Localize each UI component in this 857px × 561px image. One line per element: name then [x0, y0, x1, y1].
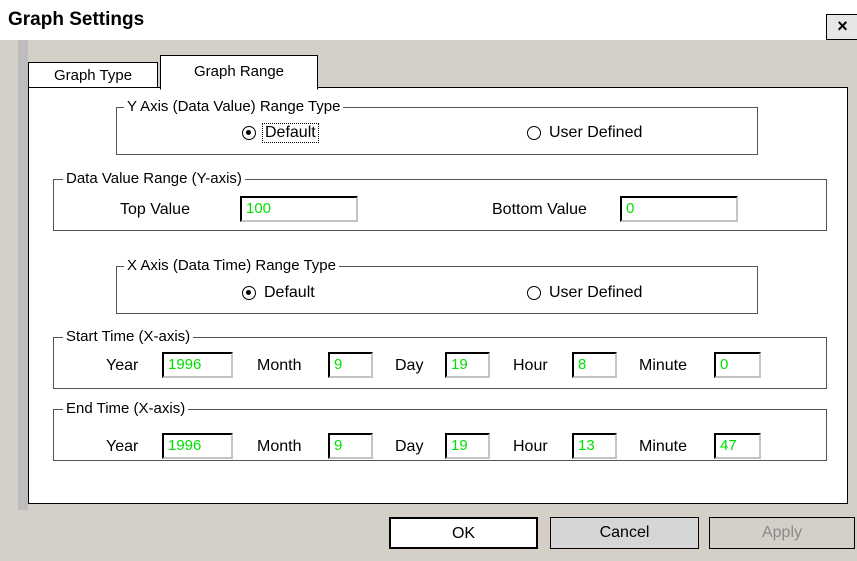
x-axis-user-defined-radio[interactable]: [527, 286, 541, 300]
end-hour-field[interactable]: 13: [572, 433, 617, 459]
start-time-legend: Start Time (X-axis): [63, 328, 194, 345]
ok-button[interactable]: OK: [389, 517, 538, 549]
start-minute-field[interactable]: 0: [714, 352, 761, 378]
end-year-label: Year: [106, 438, 139, 455]
y-axis-user-defined-label: User Defined: [549, 124, 643, 141]
bottom-value-field[interactable]: 0: [620, 196, 738, 222]
x-axis-default-radio[interactable]: [242, 286, 256, 300]
end-month-field[interactable]: 9: [328, 433, 373, 459]
close-button[interactable]: ×: [826, 14, 857, 40]
y-axis-user-defined-radio[interactable]: [527, 126, 541, 140]
start-hour-field[interactable]: 8: [572, 352, 617, 378]
title-bar: Graph Settings ×: [0, 0, 857, 40]
bottom-value-label: Bottom Value: [492, 201, 587, 218]
top-value-field[interactable]: 100: [240, 196, 358, 222]
left-border-strip: [18, 40, 28, 510]
end-day-label: Day: [395, 438, 424, 455]
apply-button[interactable]: Apply: [709, 517, 855, 549]
y-axis-default-radio[interactable]: [242, 126, 256, 140]
start-minute-label: Minute: [639, 357, 688, 374]
end-day-field[interactable]: 19: [445, 433, 490, 459]
start-year-label: Year: [106, 357, 139, 374]
end-minute-label: Minute: [639, 438, 688, 455]
end-year-field[interactable]: 1996: [162, 433, 233, 459]
x-axis-default-label: Default: [264, 284, 315, 301]
x-axis-user-defined-label: User Defined: [549, 284, 643, 301]
start-year-field[interactable]: 1996: [162, 352, 233, 378]
x-axis-range-type-legend: X Axis (Data Time) Range Type: [124, 257, 339, 274]
tab-graph-type[interactable]: Graph Type: [28, 62, 158, 88]
close-icon: ×: [837, 16, 848, 36]
data-value-range-legend: Data Value Range (Y-axis): [63, 170, 245, 187]
start-month-label: Month: [257, 357, 302, 374]
start-hour-label: Hour: [513, 357, 548, 374]
end-month-label: Month: [257, 438, 302, 455]
cancel-button[interactable]: Cancel: [550, 517, 699, 549]
start-day-label: Day: [395, 357, 424, 374]
end-time-legend: End Time (X-axis): [63, 400, 189, 417]
y-axis-range-type-legend: Y Axis (Data Value) Range Type: [124, 98, 344, 115]
tab-graph-range[interactable]: Graph Range: [160, 55, 318, 90]
end-minute-field[interactable]: 47: [714, 433, 761, 459]
top-value-label: Top Value: [120, 201, 190, 218]
start-month-field[interactable]: 9: [328, 352, 373, 378]
end-hour-label: Hour: [513, 438, 548, 455]
start-day-field[interactable]: 19: [445, 352, 490, 378]
window-title: Graph Settings: [8, 9, 145, 30]
y-axis-default-label: Default: [262, 123, 319, 143]
